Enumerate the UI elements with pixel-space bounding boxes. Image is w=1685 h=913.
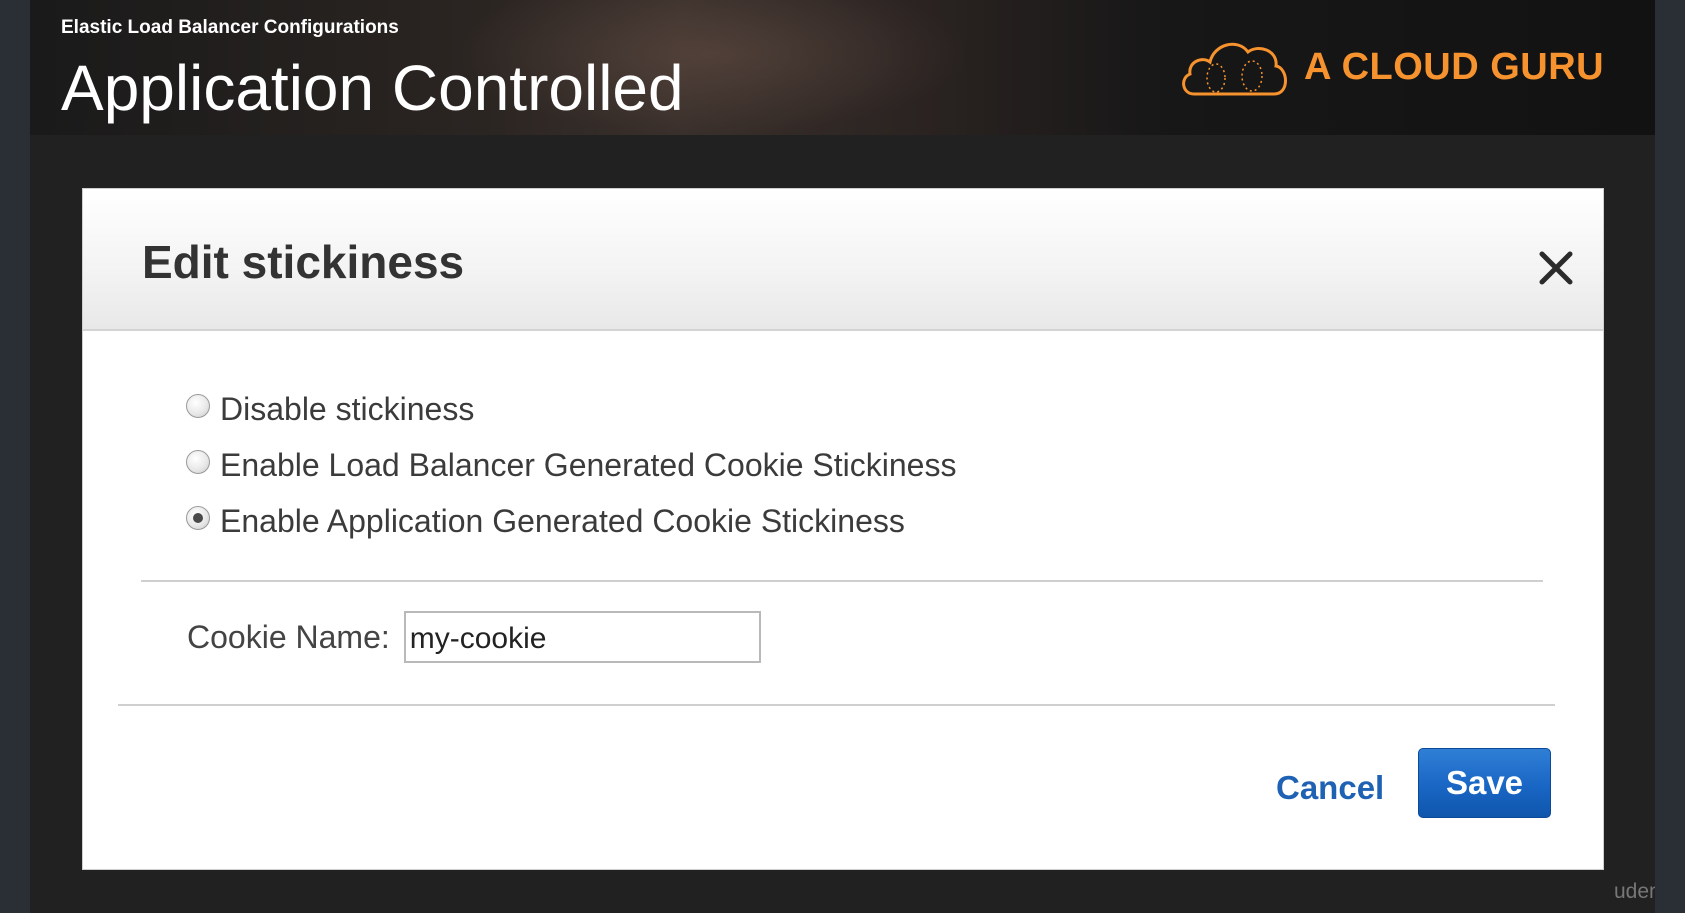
brand-logo: A CLOUD GURU <box>1180 32 1604 102</box>
close-icon <box>1539 251 1573 285</box>
cookie-name-input[interactable] <box>403 611 761 663</box>
option-label: Disable stickiness <box>220 390 475 427</box>
close-button[interactable] <box>1536 248 1576 288</box>
divider <box>141 580 1543 582</box>
brand-name: A CLOUD GURU <box>1304 45 1605 88</box>
udemy-watermark: udemy <box>1614 880 1655 903</box>
edit-stickiness-dialog: Edit stickiness Disable stickiness Enabl… <box>83 189 1603 869</box>
stickiness-options: Disable stickiness Enable Load Balancer … <box>186 381 956 549</box>
option-disable-stickiness[interactable]: Disable stickiness <box>186 381 956 437</box>
cancel-button[interactable]: Cancel <box>1276 769 1384 807</box>
option-label: Enable Load Balancer Generated Cookie St… <box>220 446 957 483</box>
course-section-title: Elastic Load Balancer Configurations <box>61 17 399 38</box>
slide-title: Application Controlled <box>61 52 684 124</box>
cookie-name-row: Cookie Name: <box>187 611 761 663</box>
cookie-name-label: Cookie Name: <box>187 618 390 655</box>
radio-button[interactable] <box>186 450 210 474</box>
divider <box>118 704 1555 706</box>
radio-button[interactable] <box>186 394 210 418</box>
dialog-header: Edit stickiness <box>83 189 1603 331</box>
option-lb-generated-cookie[interactable]: Enable Load Balancer Generated Cookie St… <box>186 437 956 493</box>
radio-button-selected[interactable] <box>186 506 210 530</box>
option-app-generated-cookie[interactable]: Enable Application Generated Cookie Stic… <box>186 493 956 549</box>
cloud-logo-icon <box>1180 34 1290 100</box>
save-button[interactable]: Save <box>1418 748 1551 818</box>
slide: Elastic Load Balancer Configurations App… <box>30 0 1655 913</box>
slide-header: Elastic Load Balancer Configurations App… <box>30 0 1655 135</box>
dialog-title: Edit stickiness <box>142 236 465 288</box>
option-label: Enable Application Generated Cookie Stic… <box>220 502 905 539</box>
